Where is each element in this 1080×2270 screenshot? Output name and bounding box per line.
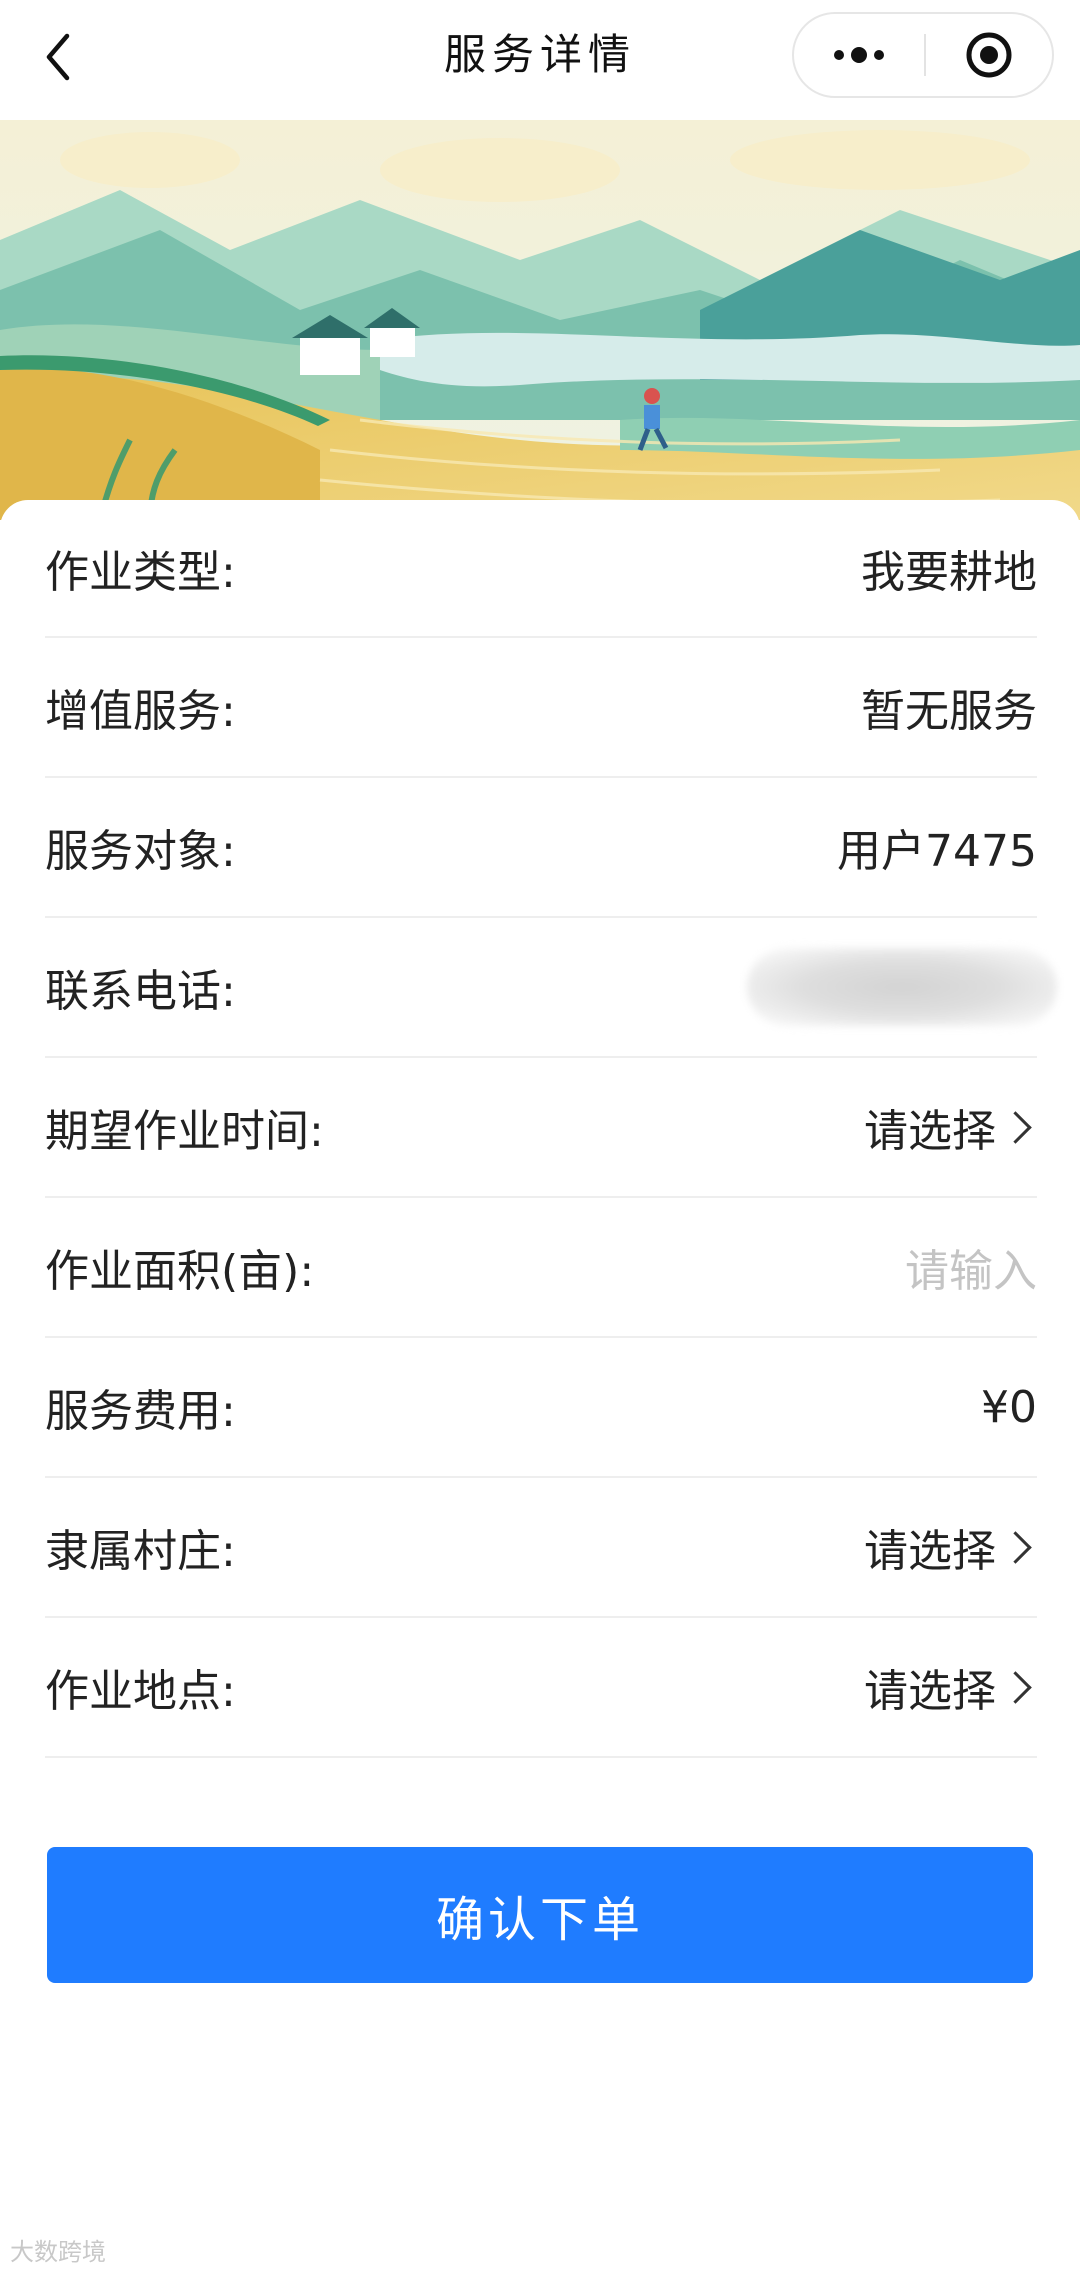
- value-added-service-value: 暂无服务: [861, 686, 1037, 737]
- service-target-value: 用户7475: [837, 826, 1037, 877]
- back-button[interactable]: [30, 22, 86, 92]
- village-picker[interactable]: 请选择: [864, 1515, 1037, 1579]
- service-fee-value: ¥0: [981, 1381, 1037, 1433]
- work-area-input[interactable]: 请输入: [905, 1235, 1037, 1299]
- row-work-area[interactable]: 作业面积(亩): 请输入: [45, 1198, 1037, 1338]
- row-work-location[interactable]: 作业地点: 请选择: [45, 1618, 1037, 1758]
- expected-time-label: 期望作业时间:: [45, 1106, 324, 1157]
- chevron-right-icon: [999, 1110, 1032, 1144]
- work-location-label: 作业地点:: [45, 1666, 236, 1717]
- job-type-label: 作业类型:: [45, 547, 236, 598]
- chevron-right-icon: [999, 1530, 1032, 1564]
- more-dots-icon: [834, 47, 884, 63]
- target-circle-icon: [966, 32, 1012, 78]
- close-button[interactable]: [926, 14, 1052, 96]
- chevron-left-icon: [46, 33, 70, 81]
- expected-time-value: 请选择: [864, 1106, 996, 1157]
- contact-phone-label: 联系电话:: [45, 966, 236, 1017]
- service-fee-label: 服务费用:: [45, 1386, 236, 1437]
- order-form: 作业类型: 我要耕地 增值服务: 暂无服务 服务对象: 用户7475 联系电话:…: [45, 500, 1057, 1758]
- contact-phone-blurred-value: [747, 948, 1057, 1026]
- chevron-right-icon: [999, 1670, 1032, 1704]
- row-value-added-service: 增值服务: 暂无服务: [45, 638, 1037, 778]
- row-service-target: 服务对象: 用户7475: [45, 778, 1037, 918]
- work-location-picker[interactable]: 请选择: [864, 1655, 1037, 1719]
- expected-time-picker[interactable]: 请选择: [864, 1095, 1037, 1159]
- job-type-value: 我要耕地: [861, 547, 1037, 598]
- more-button[interactable]: [794, 14, 924, 96]
- top-bar: 服务详情: [0, 0, 1080, 120]
- page-title: 服务详情: [443, 30, 636, 79]
- confirm-order-button[interactable]: 确认下单: [47, 1847, 1033, 1983]
- work-area-label: 作业面积(亩):: [45, 1246, 315, 1297]
- row-job-type: 作业类型: 我要耕地: [45, 500, 1037, 638]
- row-village[interactable]: 隶属村庄: 请选择: [45, 1478, 1037, 1618]
- value-added-service-label: 增值服务:: [45, 686, 236, 737]
- village-value: 请选择: [864, 1526, 996, 1577]
- row-service-fee: 服务费用: ¥0: [45, 1338, 1037, 1478]
- order-form-card: 作业类型: 我要耕地 增值服务: 暂无服务 服务对象: 用户7475 联系电话:…: [0, 500, 1080, 2270]
- row-expected-time[interactable]: 期望作业时间: 请选择: [45, 1058, 1037, 1198]
- banner-illustration: [0, 120, 1080, 520]
- work-location-value: 请选择: [864, 1666, 996, 1717]
- service-target-label: 服务对象:: [45, 826, 236, 877]
- watermark: 大数跨境: [10, 2238, 106, 2266]
- mini-program-capsule: [792, 12, 1054, 98]
- village-label: 隶属村庄:: [45, 1526, 236, 1577]
- row-contact-phone: 联系电话:: [45, 918, 1057, 1058]
